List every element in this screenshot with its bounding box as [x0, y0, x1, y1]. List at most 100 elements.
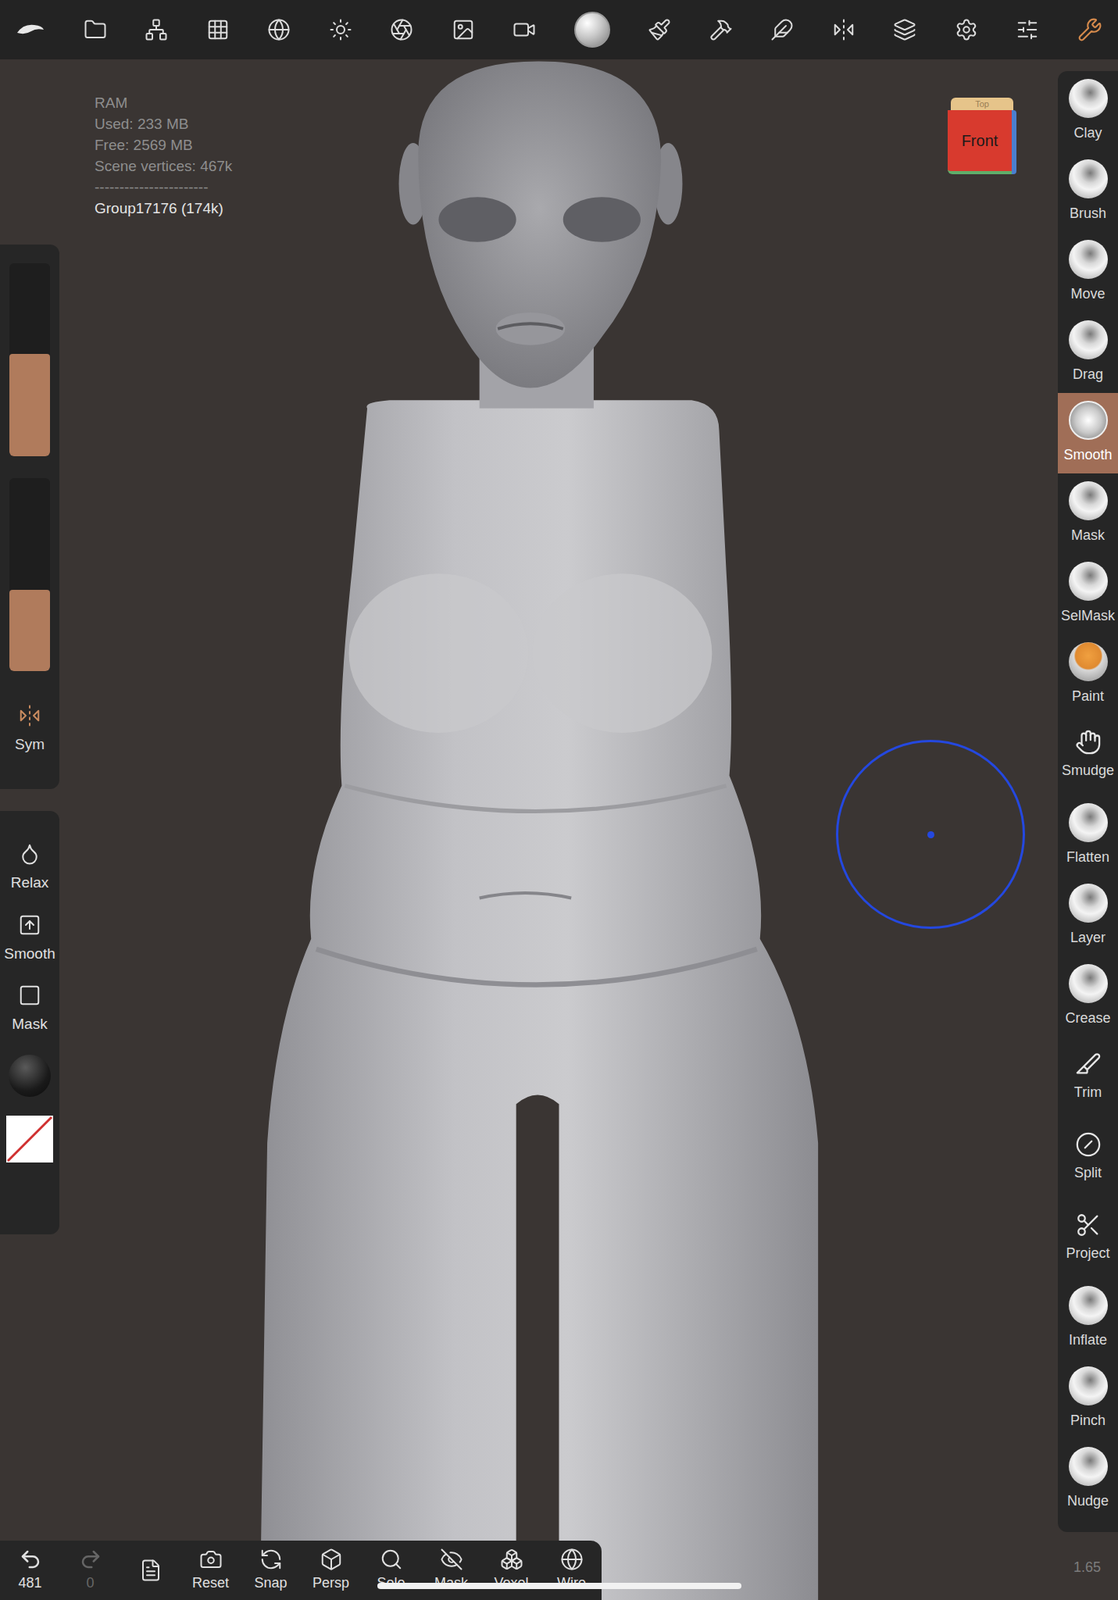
- slider-fill: [9, 353, 51, 457]
- zoom-level: 1.65: [1073, 1557, 1118, 1600]
- view-icon: [500, 1547, 524, 1572]
- tool-icon: [1068, 803, 1108, 843]
- redo-icon: [78, 1547, 103, 1572]
- tool-icon: [1068, 481, 1108, 521]
- tool-button[interactable]: Smooth: [1057, 392, 1118, 474]
- view-button[interactable]: Snap: [240, 1540, 301, 1600]
- tool-icon: [1068, 320, 1108, 360]
- stats-line: Free: 2569 MB: [94, 134, 1058, 156]
- camera-icon[interactable]: [512, 17, 536, 42]
- stats-line: Scene vertices: 467k: [94, 155, 1058, 177]
- bottom-bar: 4810 ResetSnapPerspSoloMaskVoxelWire: [0, 1540, 602, 1600]
- view-icon: [319, 1547, 343, 1572]
- undo-button[interactable]: 481: [0, 1540, 61, 1600]
- view-cube[interactable]: TopFront: [947, 97, 1017, 175]
- action-button[interactable]: Mask: [11, 983, 47, 1036]
- folder-icon[interactable]: [83, 17, 108, 42]
- color-swatch-icon[interactable]: [6, 1115, 54, 1163]
- paint-icon[interactable]: [647, 17, 672, 42]
- view-button[interactable]: Reset: [180, 1540, 241, 1600]
- layers-icon[interactable]: [892, 17, 917, 42]
- top-toolbar: [0, 0, 1118, 60]
- topology-icon[interactable]: [267, 17, 291, 42]
- tool-button[interactable]: Pinch: [1057, 1358, 1118, 1440]
- hammer-icon[interactable]: [709, 17, 733, 42]
- stats-separator: -----------------------: [94, 176, 1058, 198]
- postprocess-icon[interactable]: [389, 17, 414, 42]
- tool-button[interactable]: Paint: [1057, 634, 1118, 715]
- scene-info: RAMUsed: 233 MBFree: 2569 MBScene vertic…: [59, 59, 1058, 1541]
- brush-slider[interactable]: [9, 478, 51, 672]
- stroke-icon[interactable]: [770, 17, 794, 42]
- tool-icon: [1075, 1211, 1102, 1239]
- sculpt-model[interactable]: [0, 59, 1118, 1600]
- tool-icon: [1068, 78, 1108, 118]
- tool-button[interactable]: Split: [1057, 1117, 1118, 1198]
- undo-icon: [18, 1547, 43, 1572]
- action-button[interactable]: Relax: [10, 842, 50, 895]
- slider-panel: Sym: [0, 244, 60, 790]
- viewport[interactable]: SymRelaxSmoothMaskRAMUsed: 233 MBFree: 2…: [0, 59, 1118, 1600]
- tool-icon: [1068, 1446, 1108, 1486]
- view-icon: [560, 1547, 584, 1572]
- tool-button[interactable]: Crease: [1057, 956, 1118, 1037]
- tool-icon: [1068, 239, 1108, 279]
- grid-icon[interactable]: [206, 17, 230, 42]
- tool-icon: [1068, 159, 1108, 199]
- action-button[interactable]: Smooth: [3, 913, 55, 966]
- symmetry-icon: [17, 703, 42, 728]
- brush-cursor: [835, 739, 1026, 929]
- tool-icon: [1068, 883, 1108, 923]
- action-panel: Relax Smooth Mask: [0, 810, 60, 1235]
- tool-icon: [1068, 642, 1108, 682]
- tool-button[interactable]: Nudge: [1057, 1439, 1118, 1520]
- tool-button[interactable]: SelMask: [1057, 553, 1118, 635]
- home-indicator: [377, 1582, 742, 1590]
- tool-icon: [1075, 1131, 1102, 1158]
- symmetry-button[interactable]: Sym: [14, 703, 45, 757]
- view-button[interactable]: Wire: [541, 1540, 602, 1600]
- left-column: Sym Relax Smooth Mask: [0, 59, 60, 1541]
- material-ball[interactable]: [8, 1054, 51, 1097]
- view-button[interactable]: Voxel: [481, 1540, 542, 1600]
- stats-line: Used: 233 MB: [94, 113, 1058, 135]
- symmetry-icon[interactable]: [832, 17, 856, 42]
- tool-button[interactable]: Inflate: [1057, 1278, 1118, 1359]
- tools-icon[interactable]: [1077, 17, 1103, 43]
- action-icon: [17, 913, 42, 937]
- tool-icon: [1068, 1285, 1108, 1326]
- light-icon[interactable]: [328, 17, 353, 42]
- history-button[interactable]: [120, 1540, 181, 1600]
- tool-icon: [1075, 1050, 1102, 1078]
- stats-line: RAM: [94, 92, 1058, 114]
- background-icon[interactable]: [451, 17, 476, 42]
- tool-button[interactable]: Layer: [1057, 875, 1118, 957]
- nomad-logo-icon[interactable]: [15, 20, 46, 40]
- tool-icon: [1075, 728, 1102, 756]
- tool-button[interactable]: Brush: [1057, 151, 1118, 233]
- view-button[interactable]: Solo: [360, 1540, 422, 1600]
- brush-slider[interactable]: [9, 263, 51, 457]
- view-icon: [439, 1547, 464, 1572]
- view-button[interactable]: Persp: [300, 1540, 361, 1600]
- scene-icon[interactable]: [144, 17, 168, 42]
- tool-button[interactable]: Drag: [1057, 312, 1118, 393]
- tool-icon: [1068, 964, 1108, 1004]
- tool-button[interactable]: Smudge: [1057, 714, 1118, 796]
- tool-button[interactable]: Trim: [1057, 1036, 1118, 1118]
- view-button[interactable]: Mask: [421, 1540, 482, 1600]
- tool-icon: [1068, 1366, 1108, 1406]
- tool-panel: ClayBrushMoveDragSmoothMaskSelMaskPaintS…: [1057, 71, 1118, 1533]
- tool-button[interactable]: Mask: [1057, 473, 1118, 554]
- view-icon: [379, 1547, 404, 1572]
- tool-button[interactable]: Project: [1057, 1197, 1118, 1279]
- settings-icon[interactable]: [954, 17, 979, 42]
- tool-button[interactable]: Flatten: [1057, 795, 1118, 876]
- slider-fill: [9, 589, 51, 672]
- bottom-row: 4810 ResetSnapPerspSoloMaskVoxelWire 1.65: [0, 1540, 1118, 1600]
- material-sphere-icon[interactable]: [574, 11, 611, 48]
- tool-button[interactable]: Clay: [1057, 71, 1118, 152]
- interface-icon[interactable]: [1015, 17, 1040, 42]
- tool-button[interactable]: Move: [1057, 232, 1118, 313]
- redo-button[interactable]: 0: [60, 1540, 121, 1600]
